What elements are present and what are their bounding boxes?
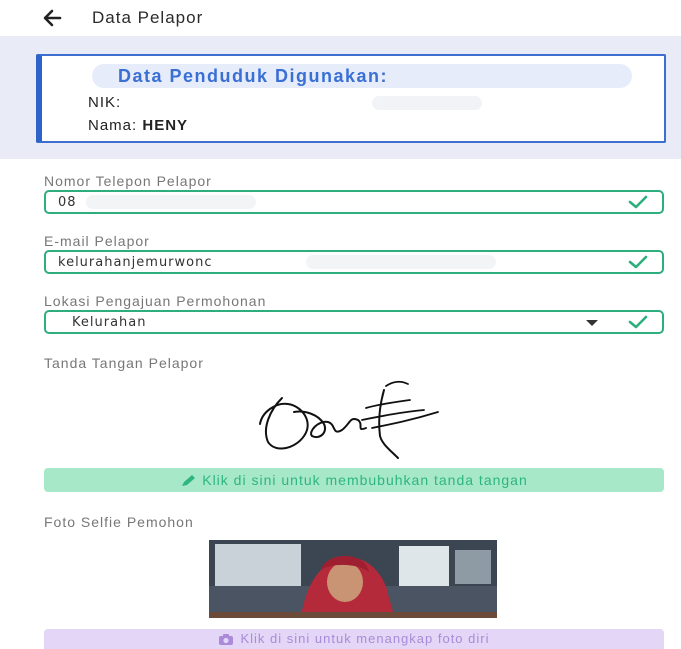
app-header: Data Pelapor <box>0 0 681 36</box>
signature-image <box>259 380 439 459</box>
take-selfie-button[interactable]: Klik di sini untuk menangkap foto diri <box>44 629 664 649</box>
camera-icon <box>219 634 234 646</box>
name-label: Nama: <box>88 117 138 134</box>
name-row: Nama: HENY <box>88 117 188 134</box>
phone-field[interactable]: 08 <box>44 190 664 214</box>
nik-label: NIK: <box>88 94 122 111</box>
add-signature-button[interactable]: Klik di sini untuk membubuhkan tanda tan… <box>44 468 664 492</box>
arrow-left-icon <box>43 9 62 27</box>
check-icon <box>628 255 648 269</box>
resident-info-section: Data Penduduk Digunakan: NIK: Nama: HENY <box>0 36 681 159</box>
location-value: Kelurahan <box>72 315 147 330</box>
email-value-redacted <box>306 255 496 269</box>
page-title: Data Pelapor <box>92 8 204 27</box>
pencil-icon <box>182 475 196 487</box>
email-field[interactable]: kelurahanjemurwonc <box>44 250 664 274</box>
dropdown-caret-icon <box>586 320 598 326</box>
selfie-photo <box>209 540 497 618</box>
email-value: kelurahanjemurwonc <box>58 255 213 270</box>
add-signature-label: Klik di sini untuk membubuhkan tanda tan… <box>202 472 528 488</box>
location-label: Lokasi Pengajuan Permohonan <box>44 293 267 309</box>
take-selfie-label: Klik di sini untuk menangkap foto diri <box>240 631 490 646</box>
back-button[interactable] <box>40 6 66 30</box>
location-select[interactable]: Kelurahan <box>44 310 664 334</box>
nik-row: NIK: <box>88 94 121 111</box>
phone-label: Nomor Telepon Pelapor <box>44 173 212 189</box>
check-icon <box>628 195 648 209</box>
resident-info-card: Data Penduduk Digunakan: NIK: Nama: HENY <box>36 54 666 143</box>
resident-card-heading: Data Penduduk Digunakan: <box>92 64 632 88</box>
phone-value-redacted <box>86 195 256 209</box>
nik-value-redacted <box>372 96 482 110</box>
check-icon <box>628 315 648 329</box>
email-label: E-mail Pelapor <box>44 233 150 249</box>
signature-label: Tanda Tangan Pelapor <box>44 355 204 371</box>
name-value: HENY <box>142 117 189 134</box>
selfie-label: Foto Selfie Pemohon <box>44 514 194 530</box>
phone-value: 08 <box>58 195 77 210</box>
